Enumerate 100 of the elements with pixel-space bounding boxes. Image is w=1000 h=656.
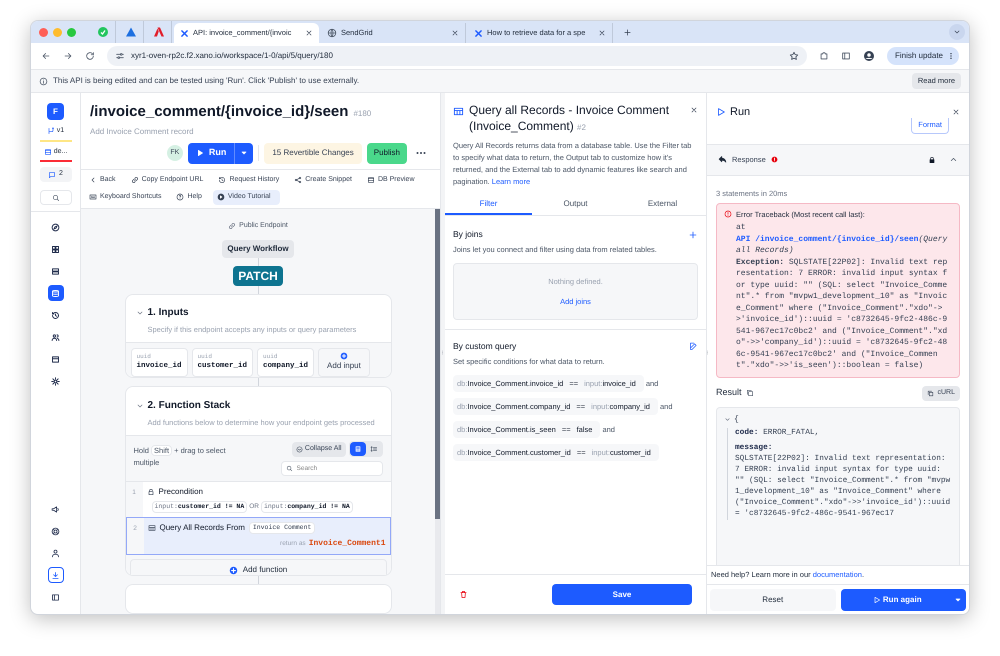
publish-button[interactable]: Publish (366, 142, 407, 164)
section-title: By custom query (453, 340, 516, 353)
return-variable: Invoice_Comment1 (308, 538, 386, 550)
storage-icon (51, 354, 60, 364)
scrollbar[interactable] (435, 208, 440, 614)
extension-icon (818, 51, 829, 61)
table-icon (453, 106, 464, 117)
chevron-up-icon (949, 155, 958, 164)
info-icon (39, 76, 48, 86)
link-icon (228, 222, 236, 230)
database-icon (44, 148, 52, 156)
workspace-avatar[interactable]: F (47, 103, 64, 120)
chevron-down-icon (953, 28, 961, 36)
json-brace: { (734, 414, 739, 426)
triangle-icon[interactable] (124, 26, 136, 38)
panel-number: #2 (577, 122, 586, 132)
share-icon (294, 176, 302, 184)
users-icon (51, 332, 60, 342)
add-function-button[interactable]: Add function (130, 559, 386, 575)
trash-icon (459, 590, 468, 599)
play-icon (872, 596, 881, 604)
check-circle-icon[interactable] (96, 26, 108, 38)
lock-icon (928, 156, 936, 164)
endpoint-title: /invoice_comment/{invoice_id}/seen (90, 102, 348, 122)
comment-icon (48, 170, 56, 178)
run-button[interactable]: Run (188, 142, 254, 164)
close-icon (952, 108, 960, 116)
new-tab-icon (623, 28, 632, 36)
list-icon (354, 445, 362, 454)
address-bar[interactable]: xyr1-oven-rp2c.f2.xano.io/workspace/1-0/api/5/query/180 (107, 46, 807, 66)
grid-icon (51, 244, 60, 254)
search-icon (286, 465, 292, 472)
play-circle-icon (216, 193, 225, 201)
notice-text: This API is being edited and can be tested using 'Run'. Click 'Publish' to use externally. (53, 75, 360, 87)
database-icon (366, 176, 375, 184)
panel-tab[interactable]: Filter (445, 195, 532, 216)
branch-icon (46, 127, 55, 136)
site-settings-icon (115, 51, 125, 61)
lock-icon (146, 488, 154, 496)
error-indicator-icon (770, 156, 778, 163)
panel-title: Query all Records - Invoice Comment (Invoice_Comment) #2 (469, 103, 670, 134)
step-title: Precondition (158, 486, 203, 498)
panel-tab[interactable]: External (619, 195, 706, 216)
download-icon (51, 570, 60, 580)
add-icon (688, 230, 698, 240)
settings-icon (51, 376, 60, 386)
globe-icon (327, 28, 337, 38)
workflow-label: Query Workflow (222, 240, 294, 258)
lifebuoy-icon (51, 526, 60, 536)
card-title: 1. Inputs (148, 306, 189, 320)
chevron-down-icon (724, 416, 731, 423)
collapse-icon (296, 446, 303, 453)
reload-icon (85, 51, 95, 61)
copy-icon (927, 390, 934, 396)
update-button[interactable]: Finish update (886, 47, 959, 65)
drag-handle-icon (705, 348, 710, 357)
forward-icon (63, 51, 73, 61)
peak-icon[interactable] (152, 26, 164, 38)
play-icon (196, 149, 204, 157)
panel-tab[interactable]: Output (532, 195, 619, 216)
keyboard-icon (89, 193, 97, 201)
endpoint-description: Add Invoice Comment record (90, 126, 195, 138)
copy-icon (746, 389, 754, 397)
table-icon (148, 524, 156, 532)
server-icon (51, 266, 60, 276)
user-icon (51, 548, 60, 558)
close-icon (690, 106, 698, 114)
caret-icon (954, 596, 962, 604)
view-toggle[interactable] (350, 442, 366, 456)
reply-icon (718, 155, 727, 164)
card-title: 2. Function Stack (148, 399, 230, 414)
sidepanel-icon (840, 51, 851, 61)
error-location: at API /invoice_comment/{invoice_id}/seen(Query all Records) (736, 222, 948, 256)
profile-icon[interactable] (862, 50, 875, 62)
run-again-button[interactable]: Run again (840, 588, 966, 610)
cross-icon (474, 28, 483, 38)
endpoint-number: #180 (353, 108, 372, 120)
panel-icon (51, 592, 60, 602)
add-input-button[interactable]: Add input (318, 348, 370, 376)
play-icon (716, 107, 726, 118)
api-link[interactable]: API /invoice_comment/{invoice_id}/seen (736, 234, 918, 244)
database-icon (51, 288, 60, 298)
link-icon (130, 176, 139, 184)
star-icon (788, 51, 799, 61)
panel-title: Run (730, 105, 752, 120)
error-exception: Exception: SQLSTATE[22P02]: Invalid text representation: 7 ERROR: invalid input syntax for type uuid: "" (SQL: select "Invoice_Comment".* from "mvpw1_development_10" as "Invoice_Comment" where ("Invoice_Comment"."xdo"->>'invoice_id')::uuid = 'c8732645-9fc2-486c-9541-967ec17c0bc2' and ("Invoice_Comment"."xdo"->>'company_id')::uuid = 'c8732645-9fc2-486c-9541-967ec17c0bc2' and ("Invoice_Comment"."xdo"->>'is_seen')::boolean = false) (736, 256, 948, 372)
reset-button[interactable]: Reset (710, 588, 836, 610)
history-icon (218, 176, 226, 184)
megaphone-icon (51, 504, 60, 514)
plus-circle-icon (340, 352, 348, 360)
changes-button[interactable]: 15 Revertible Changes (264, 142, 362, 164)
result-title: Result (716, 386, 742, 400)
method-badge: PATCH (233, 266, 283, 286)
drag-handle-icon (440, 348, 445, 357)
history-icon (51, 310, 60, 320)
close-icon (305, 29, 313, 37)
chevron-left-icon (89, 176, 97, 184)
alert-icon (724, 210, 732, 218)
search-icon (52, 194, 60, 202)
save-button[interactable]: Save (552, 584, 692, 605)
